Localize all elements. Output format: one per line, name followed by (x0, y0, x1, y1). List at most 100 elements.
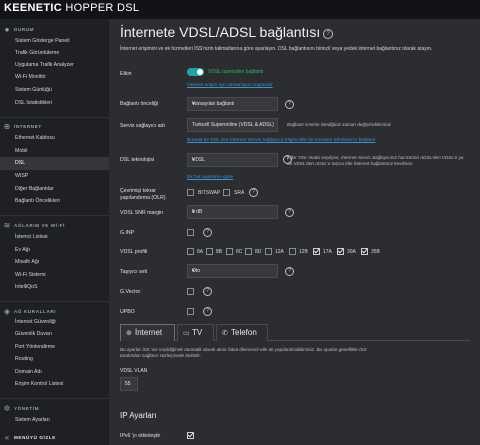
help-icon[interactable]: ? (323, 29, 333, 39)
provider-name-field[interactable]: Turkcell Superonline (VDSL & ADSL) (187, 118, 278, 132)
profile-8c-checkbox[interactable] (226, 248, 233, 255)
section-title: YÖNETİM (14, 406, 40, 411)
main-content: İnternete VDSL/ADSL bağlantısı ? İnterne… (110, 19, 480, 445)
sidebar-item-firewall[interactable]: Güvenlik Duvarı (0, 328, 109, 341)
tab-label: İnternet (135, 328, 163, 337)
help-icon[interactable]: ? (285, 208, 294, 217)
profile-12b-checkbox[interactable] (289, 248, 296, 255)
profile-option-label: 8C (236, 249, 243, 255)
shield-icon: ◈ (3, 307, 11, 316)
section-title: DURUM (14, 27, 35, 32)
logo-text: KEENETIC (4, 2, 63, 14)
sidebar-item-dsl[interactable]: DSL (0, 157, 109, 170)
provider-hint: Bağlantı isminin istediğiniz zaman değiş… (287, 122, 391, 127)
priority-select[interactable]: Varsayılan bağlantı ▾ (187, 97, 278, 111)
carrier-select[interactable]: Oto ▾ (187, 264, 278, 278)
sidebar-item-label: DSL İstatistikleri (15, 100, 52, 106)
vlan-field[interactable]: 55 (120, 377, 138, 391)
sidebar-item-label: Diğer Bağlantılar (15, 186, 54, 192)
profile-30a-checkbox[interactable] (337, 248, 344, 255)
help-icon[interactable]: ? (285, 267, 294, 276)
sidebar-item-label: WISP (15, 173, 29, 179)
upbo-checkbox[interactable] (187, 308, 194, 315)
profile-option-label: 12B (299, 249, 308, 255)
profile-option-label: 17A (323, 249, 332, 255)
section-title: AĞ KURALLARI (14, 309, 57, 314)
tab-tv[interactable]: ▭ TV (177, 324, 214, 341)
profile-35b-checkbox[interactable] (361, 248, 368, 255)
chevron-down-icon: ▾ (192, 101, 195, 107)
enabled-toggle[interactable] (187, 68, 204, 76)
sidebar-item-dsl-stats[interactable]: DSL İstatistikleri (0, 97, 109, 110)
sidebar-item-label: Sistem Günlüğü (15, 87, 52, 93)
sidebar-item-priorities[interactable]: Bağlantı Öncelikleri (0, 195, 109, 208)
sidebar-item-wisp[interactable]: WISP (0, 170, 109, 183)
upbo-label: UPBO (120, 309, 135, 315)
profile-8a-checkbox[interactable] (187, 248, 194, 255)
sidebar-item-system-log[interactable]: Sistem Günlüğü (0, 84, 109, 97)
provider-name-value: Turkcell Superonline (VDSL & ADSL) (192, 122, 274, 128)
sidebar-item-label: IntelliQoS (15, 284, 38, 290)
dsl-tech-select[interactable]: VDSL ▾ (187, 153, 278, 167)
hide-line-settings-link[interactable]: Ek hat ayarlarını gizle (187, 175, 233, 180)
sidebar-item-wifi-monitor[interactable]: Wi-Fi Monitör (0, 71, 109, 84)
gear-icon: ✲ (3, 404, 11, 413)
globe-icon: ⊕ (126, 330, 132, 337)
wizard-link[interactable]: Burada bir DSL İSS İnternet Servis Sağla… (187, 138, 375, 143)
help-icon[interactable]: ? (249, 188, 258, 197)
tab-label: Telefon (231, 328, 257, 337)
sidebar-item-label: Bağlantı Öncelikleri (15, 198, 60, 204)
help-icon[interactable]: ? (203, 307, 212, 316)
phone-icon: ✆ (222, 330, 228, 337)
hide-menu-button[interactable]: « MENÜYÜ GİZLE (0, 434, 109, 444)
profile-option-label: 30A (347, 249, 356, 255)
globe-icon: ⊕ (3, 122, 11, 131)
dsl-tech-label: DSL teknolojisi (120, 157, 155, 163)
tab-internet[interactable]: ⊕ İnternet (120, 324, 175, 341)
sidebar-item-intelliqos[interactable]: IntelliQoS (0, 281, 109, 294)
brand-logo[interactable]: KEENETIC HOPPER DSL (4, 2, 139, 14)
top-bar: KEENETIC HOPPER DSL (0, 0, 480, 19)
ginp-label: G.INP (120, 230, 135, 236)
help-icon[interactable]: ? (285, 100, 294, 109)
sidebar-item-ethernet[interactable]: Ethernet Kablosu (0, 132, 109, 145)
hide-menu-label: MENÜYÜ GİZLE (14, 435, 56, 440)
ginp-checkbox[interactable] (187, 229, 194, 236)
sidebar-item-routing[interactable]: Routing (0, 353, 109, 366)
bitswap-checkbox[interactable] (187, 189, 194, 196)
olr-label: Çevrimiçi tekrar yapılandırma (OLR) (120, 188, 166, 201)
dsl-tech-hint: Eğer 'Oto' modu seçiliyse, İnternet Serv… (287, 155, 464, 166)
sidebar-item-label: İnternet Güvenliği (15, 319, 56, 325)
sidebar-item-label: Misafir Ağı (15, 259, 40, 265)
help-icon[interactable]: ? (203, 228, 212, 237)
profile-12a-checkbox[interactable] (265, 248, 272, 255)
profile-label: VDSL profili (120, 249, 148, 255)
sidebar-item-label: DSL (15, 160, 26, 166)
sidebar-item-label: Ev Ağı (15, 247, 30, 253)
page-title: İnternete VDSL/ADSL bağlantısı (120, 24, 321, 40)
tab-label: TV (192, 328, 203, 337)
tab-note: Bu ayarlar İSS 'niz seçildiğinde otomati… (120, 347, 367, 358)
ipv6-checkbox[interactable] (187, 432, 194, 439)
sidebar-item-acl[interactable]: Erişim Kontrol Listesi (0, 378, 109, 391)
sidebar-item-guest-network[interactable]: Misafir Ağı (0, 256, 109, 269)
scheduler-link[interactable]: İnternet erişim için zamanlayıcı kapalıd… (187, 83, 273, 88)
product-name: HOPPER DSL (65, 2, 140, 14)
tv-icon: ▭ (183, 330, 190, 337)
collapse-icon: « (4, 433, 10, 442)
sra-checkbox[interactable] (223, 189, 230, 196)
section-title: İNTERNET (14, 124, 42, 129)
profile-17a-checkbox[interactable] (313, 248, 320, 255)
sidebar-item-system-settings[interactable]: Sistem Ayarları (0, 414, 109, 427)
snr-select[interactable]: 9 dB ▾ (187, 205, 278, 219)
priority-label: Bağlantı önceliği (120, 101, 159, 107)
gvector-checkbox[interactable] (187, 288, 194, 295)
help-icon[interactable]: ? (203, 287, 212, 296)
profile-8b-checkbox[interactable] (206, 248, 213, 255)
sidebar-item-label: Wi-Fi Sistemi (15, 272, 46, 278)
sidebar-item-label: Wi-Fi Monitör (15, 74, 46, 80)
sidebar-item-clients[interactable]: İstemci Listesi (0, 231, 109, 244)
profile-option-label: 8A (197, 249, 204, 255)
profile-8d-checkbox[interactable] (245, 248, 252, 255)
tab-phone[interactable]: ✆ Telefon (216, 324, 268, 341)
